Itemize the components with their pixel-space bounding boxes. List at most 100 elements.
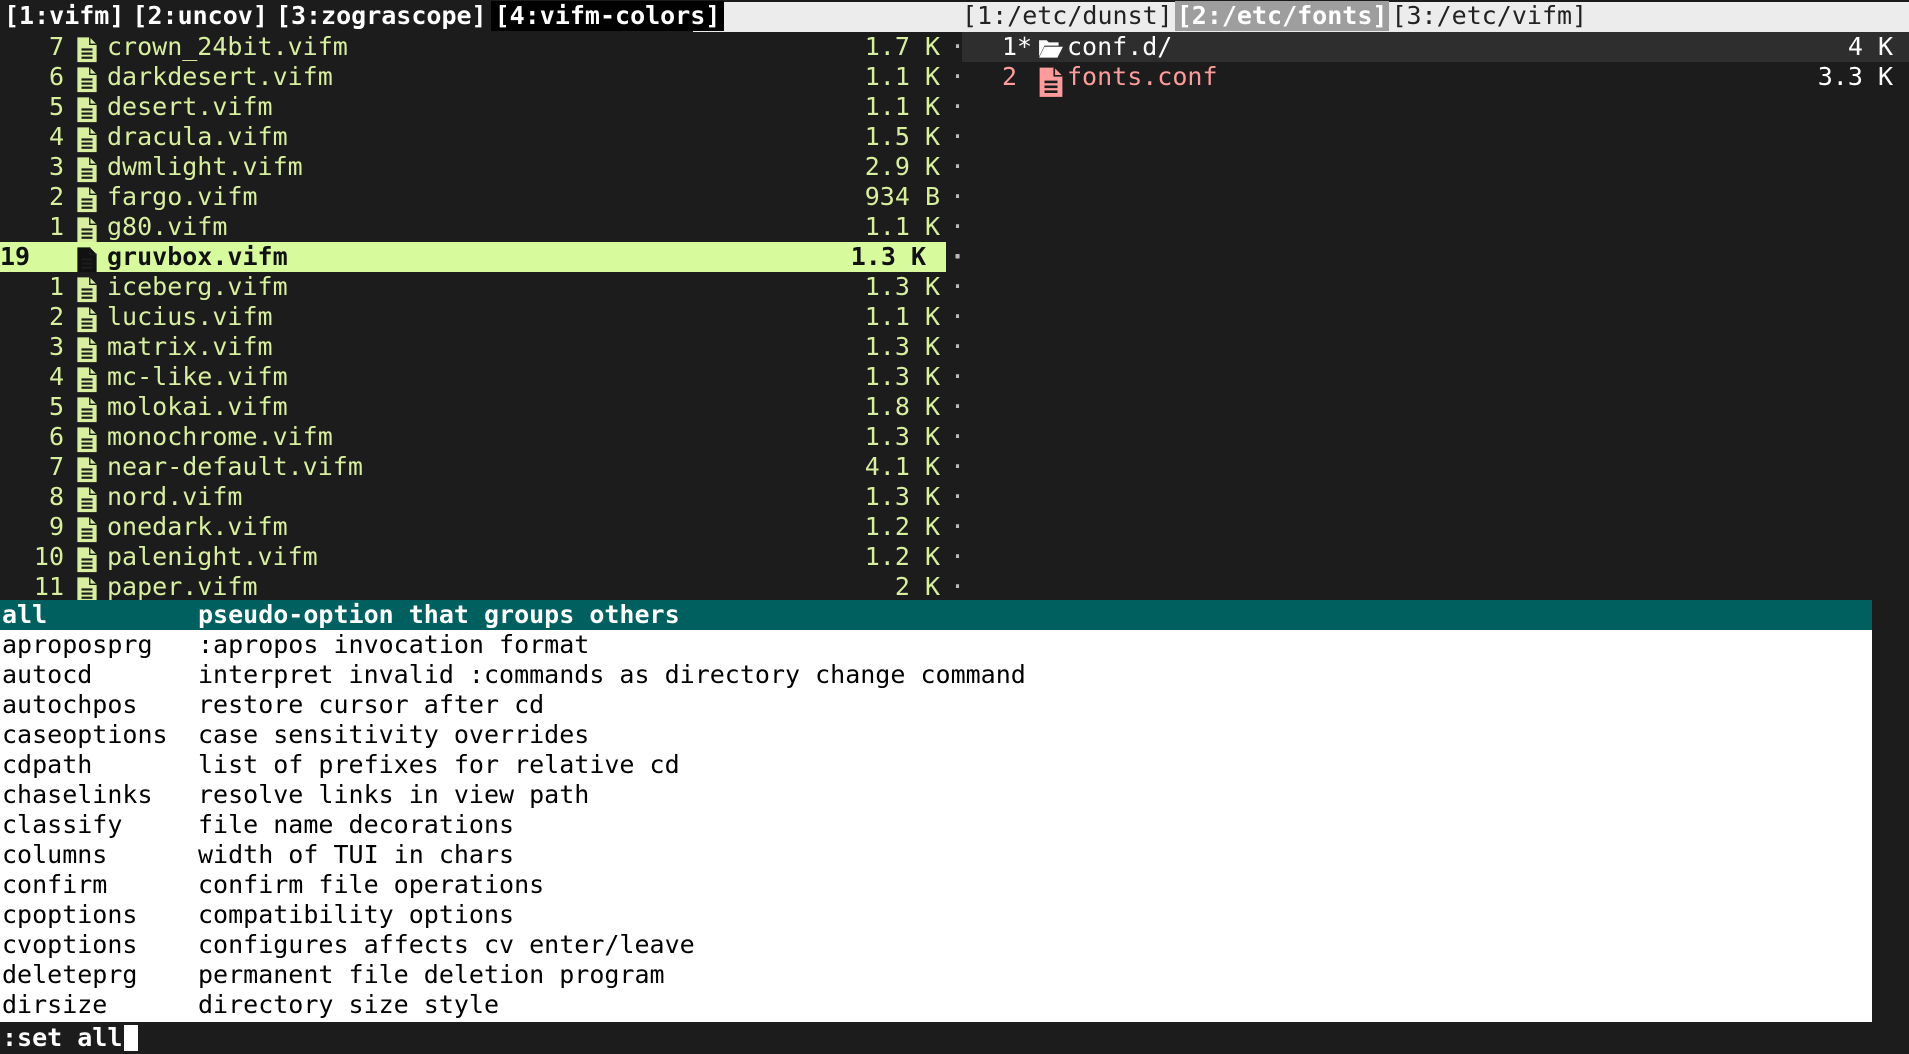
option-name: autochpos	[2, 690, 138, 719]
file-name: palenight.vifm	[107, 542, 318, 571]
file-row[interactable]: 2 lucius.vifm 1.1 K ·	[0, 302, 965, 333]
line-number: 1*	[1002, 32, 1033, 61]
tab-1[interactable]: [1:vifm]	[0, 1, 128, 31]
file-row[interactable]: 9 onedark.vifm 1.2 K ·	[0, 512, 965, 543]
line-number: 8	[48, 482, 64, 511]
file-icon	[76, 156, 98, 183]
file-row[interactable]: 2 fargo.vifm 934 B ·	[0, 182, 965, 213]
completion-item[interactable]: caseoptions case sensitivity overrides	[0, 720, 1872, 750]
completion-item-selected[interactable]: all pseudo-option that groups others	[0, 600, 1872, 630]
file-name: matrix.vifm	[107, 332, 273, 361]
completion-item[interactable]: dirsize directory size style	[0, 990, 1872, 1020]
file-row[interactable]: 8 nord.vifm 1.3 K ·	[0, 482, 965, 513]
line-number: 3	[48, 152, 64, 181]
file-icon	[76, 66, 98, 93]
file-row[interactable]: 1 iceberg.vifm 1.3 K ·	[0, 272, 965, 303]
command-line[interactable]: :set all	[0, 1022, 1909, 1054]
file-name: fargo.vifm	[107, 182, 258, 211]
file-row[interactable]: 3 dwmlight.vifm 2.9 K ·	[0, 152, 965, 183]
tab-3[interactable]: [3:zograscope]	[272, 1, 491, 31]
file-name: lucius.vifm	[107, 302, 273, 331]
file-row[interactable]: 2 fonts.conf 3.3 K	[962, 62, 1909, 97]
line-number: 3	[48, 332, 64, 361]
file-row[interactable]: 6 monochrome.vifm 1.3 K ·	[0, 422, 965, 453]
option-name: columns	[2, 840, 108, 869]
file-size: 2.9 K	[864, 152, 940, 181]
command-text[interactable]: :set all	[2, 1023, 122, 1053]
option-name: autocd	[2, 660, 93, 689]
directory-row[interactable]: 1* conf.d/4 K	[962, 32, 1909, 62]
line-number: 1	[48, 212, 64, 241]
option-description: interpret invalid :commands as directory…	[198, 660, 1026, 689]
file-row[interactable]: 1 g80.vifm 1.1 K ·	[0, 212, 965, 243]
file-row[interactable]: 4 mc-like.vifm 1.3 K ·	[0, 362, 965, 393]
completion-item[interactable]: cvoptions configures affects cv enter/lea…	[0, 930, 1872, 960]
file-row[interactable]: 4 dracula.vifm 1.5 K ·	[0, 122, 965, 153]
file-row[interactable]: 5 desert.vifm 1.1 K ·	[0, 92, 965, 123]
option-name: aproposprg	[2, 630, 153, 659]
tab-bar: [1:vifm] [2:uncov] [3:zograscope] [4:vifm-c…	[0, 0, 1909, 32]
file-row[interactable]: 7 near-default.vifm 4.1 K ·	[0, 452, 965, 483]
completion-item[interactable]: cpoptions compatibility options	[0, 900, 1872, 930]
file-size: 1.3 K	[864, 332, 940, 361]
completion-item[interactable]: autochpos restore cursor after cd	[0, 690, 1872, 720]
file-size: 4 K	[1847, 32, 1893, 61]
option-description: directory size style	[198, 990, 500, 1019]
file-row[interactable]: 6 darkdesert.vifm 1.1 K ·	[0, 62, 965, 93]
option-description: compatibility options	[198, 900, 515, 929]
config-file-icon	[1038, 66, 1064, 97]
option-name: cpoptions	[2, 900, 138, 929]
option-name: classify	[2, 810, 123, 839]
option-description: permanent file deletion program	[198, 960, 665, 989]
tab-4[interactable]: [4:vifm-colors]	[490, 1, 725, 31]
left-file-pane[interactable]: 7 crown_24bit.vifm 1.7 K · 6 darkdesert.vifm 1…	[0, 32, 965, 603]
option-description: configures affects cv enter/leave	[198, 930, 695, 959]
path-tab-2[interactable]: [2:/etc/fonts]	[1174, 1, 1390, 31]
file-name: monochrome.vifm	[107, 422, 333, 451]
file-row[interactable]: 7 crown_24bit.vifm 1.7 K ·	[0, 32, 965, 63]
completion-item[interactable]: chaselinks resolve links in view path	[0, 780, 1872, 810]
file-name: dwmlight.vifm	[107, 152, 303, 181]
line-number: 1	[48, 272, 64, 301]
file-row[interactable]: 3 matrix.vifm 1.3 K ·	[0, 332, 965, 363]
file-row[interactable]: 5 molokai.vifm 1.8 K ·	[0, 392, 965, 423]
completion-item[interactable]: cdpath list of prefixes for relative cd	[0, 750, 1872, 780]
file-size: 1.2 K	[864, 542, 940, 571]
completion-item[interactable]: confirm confirm file operations	[0, 870, 1872, 900]
file-name: desert.vifm	[107, 92, 273, 121]
path-tab-1[interactable]: [1:/etc/dunst]	[960, 1, 1175, 31]
tab-2[interactable]: [2:uncov]	[128, 1, 271, 31]
file-icon	[76, 576, 98, 603]
file-icon	[76, 306, 98, 333]
file-icon	[76, 516, 98, 543]
completion-item[interactable]: classify file name decorations	[0, 810, 1872, 840]
file-name: gruvbox.vifm	[107, 242, 288, 271]
completion-item[interactable]: autocd interpret invalid :commands as dir…	[0, 660, 1872, 690]
completion-item[interactable]: deleteprg permanent file deletion program	[0, 960, 1872, 990]
file-icon	[76, 36, 98, 63]
file-row[interactable]: 10 palenight.vifm 1.2 K ·	[0, 542, 965, 573]
line-number: 2	[48, 182, 64, 211]
right-file-pane[interactable]: 1* conf.d/4 K 2 fonts.conf 3.3 K	[962, 32, 1909, 600]
file-name: dracula.vifm	[107, 122, 288, 151]
file-name: fonts.conf	[1067, 62, 1218, 91]
file-icon	[76, 216, 98, 243]
option-description: :apropos invocation format	[198, 630, 590, 659]
line-number: 9	[48, 512, 64, 541]
file-name: paper.vifm	[107, 572, 258, 601]
file-row[interactable]: 11 paper.vifm 2 K ·	[0, 572, 965, 603]
file-size: 2 K	[894, 572, 940, 601]
file-name: onedark.vifm	[107, 512, 288, 541]
current-file-row[interactable]: 19 gruvbox.vifm 1.3 K ·	[0, 242, 965, 273]
completion-item[interactable]: aproposprg :apropos invocation format	[0, 630, 1872, 660]
file-size: 1.7 K	[864, 32, 940, 61]
line-number: 6	[48, 422, 64, 451]
path-tab-3[interactable]: [3:/etc/vifm]	[1389, 1, 1589, 31]
option-description: list of prefixes for relative cd	[198, 750, 680, 779]
option-name: cvoptions	[2, 930, 138, 959]
file-size: 3.3 K	[1817, 62, 1893, 91]
file-size: 1.3 K	[850, 242, 926, 271]
completion-item[interactable]: columns width of TUI in chars	[0, 840, 1872, 870]
line-number: 10	[33, 542, 64, 571]
file-size: 1.3 K	[864, 482, 940, 511]
